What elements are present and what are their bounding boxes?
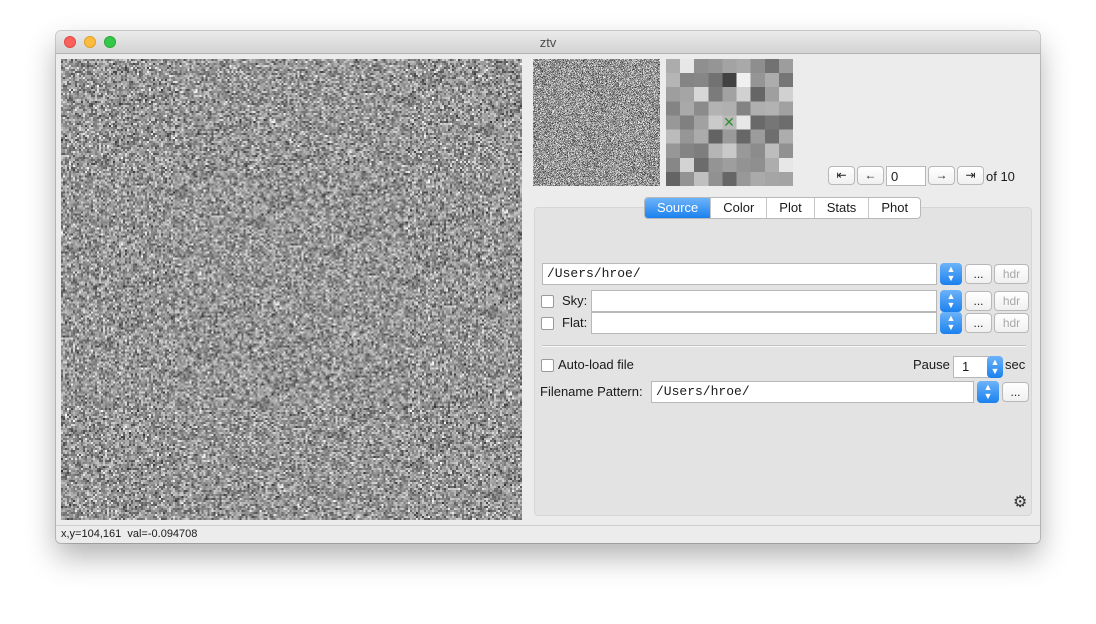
- crosshair-icon: ✕: [723, 114, 735, 130]
- frame-count-label: of 10: [986, 169, 1015, 184]
- frame-number-input[interactable]: 0: [886, 166, 926, 186]
- pause-input[interactable]: 1: [953, 356, 989, 378]
- source-browse-button[interactable]: ...: [965, 264, 992, 284]
- filename-pattern-browse-button[interactable]: ...: [1002, 382, 1029, 402]
- main-image-view[interactable]: [61, 59, 522, 520]
- chevron-down-icon: ▼: [946, 322, 956, 332]
- title-bar: ztv: [56, 31, 1040, 54]
- cursor-coords: x,y=104,161: [61, 528, 122, 540]
- section-divider: [542, 345, 1026, 347]
- window-title: ztv: [539, 35, 557, 50]
- pause-unit-label: sec: [1005, 357, 1026, 372]
- chevron-down-icon: ▼: [946, 300, 956, 310]
- flat-hdr-button[interactable]: hdr: [994, 313, 1029, 333]
- app-window: ztv ✕ ⇤ ← 0 → ⇥ of 10 Source Color Plot …: [56, 31, 1040, 543]
- flat-path-field[interactable]: [591, 312, 937, 334]
- pause-stepper[interactable]: ▲ ▼: [987, 356, 1003, 378]
- status-bar: x,y=104,161 val=-0.094708: [56, 525, 1040, 543]
- pause-label: Pause: [913, 357, 950, 372]
- sky-checkbox[interactable]: [541, 295, 554, 308]
- next-frame-button[interactable]: →: [928, 166, 955, 185]
- sky-path-field[interactable]: [591, 290, 937, 312]
- tab-stats[interactable]: Stats: [815, 198, 870, 218]
- sky-path-dropdown[interactable]: ▲ ▼: [940, 290, 962, 312]
- first-frame-button[interactable]: ⇤: [828, 166, 855, 185]
- source-path-field[interactable]: /Users/hroe/: [542, 263, 937, 285]
- sky-label: Sky:: [562, 293, 588, 308]
- tab-plot[interactable]: Plot: [767, 198, 815, 218]
- tab-color[interactable]: Color: [711, 198, 768, 218]
- autoload-label: Auto-load file: [558, 357, 634, 372]
- sky-hdr-button[interactable]: hdr: [994, 291, 1029, 311]
- flat-label: Flat:: [562, 315, 588, 330]
- tab-bar: Source Color Plot Stats Phot: [644, 197, 922, 219]
- autoload-checkbox[interactable]: [541, 359, 554, 372]
- chevron-down-icon: ▼: [946, 273, 956, 283]
- prev-frame-button[interactable]: ←: [857, 166, 884, 185]
- filename-pattern-field[interactable]: /Users/hroe/: [651, 381, 974, 403]
- flat-browse-button[interactable]: ...: [965, 313, 992, 333]
- cursor-value: val=-0.094708: [127, 528, 198, 540]
- flat-checkbox[interactable]: [541, 317, 554, 330]
- tab-phot[interactable]: Phot: [869, 198, 920, 218]
- gear-icon[interactable]: ⚙: [1013, 492, 1027, 512]
- tab-source[interactable]: Source: [645, 198, 712, 218]
- source-path-dropdown[interactable]: ▲ ▼: [940, 263, 962, 285]
- overview-image[interactable]: [533, 59, 660, 186]
- flat-path-dropdown[interactable]: ▲ ▼: [940, 312, 962, 334]
- sky-browse-button[interactable]: ...: [965, 291, 992, 311]
- source-hdr-button[interactable]: hdr: [994, 264, 1029, 284]
- chevron-down-icon: ▼: [983, 391, 993, 401]
- filename-pattern-dropdown[interactable]: ▲ ▼: [977, 381, 999, 403]
- last-frame-button[interactable]: ⇥: [957, 166, 984, 185]
- filename-pattern-label: Filename Pattern:: [540, 384, 643, 399]
- chevron-down-icon: ▼: [990, 366, 1000, 376]
- loupe-view: ✕: [666, 59, 793, 186]
